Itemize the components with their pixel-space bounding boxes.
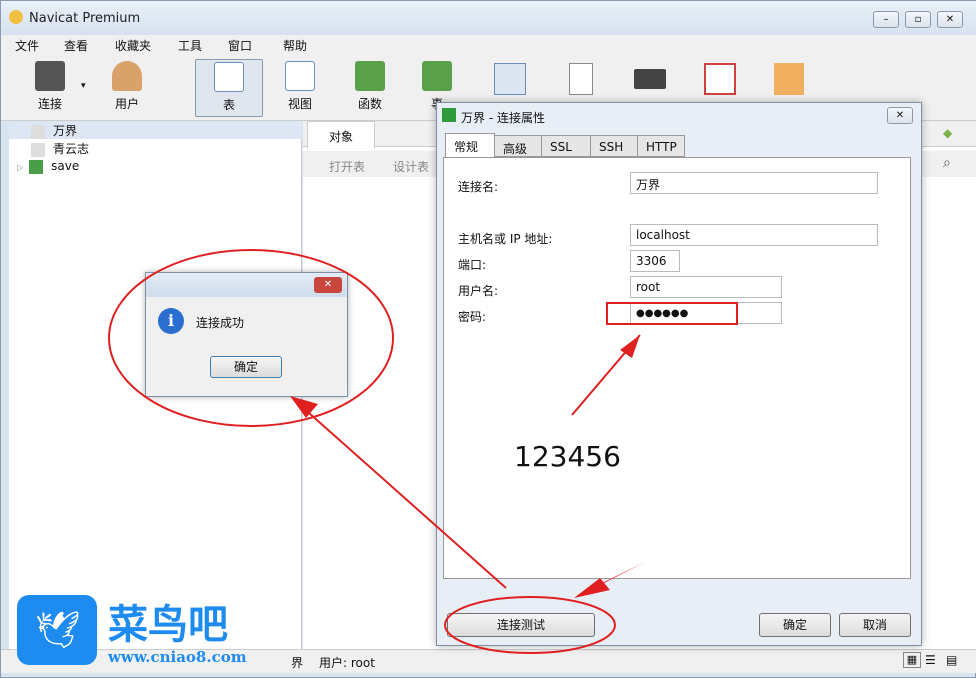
annotation-overlay [108,249,738,654]
arrow-head-msgbox [290,396,318,418]
arrow-tail-test [575,562,645,598]
password-hint-text: 123456 [514,440,621,473]
arrow-line-to-msgbox [299,404,507,589]
password-highlight-rect [606,302,738,325]
bird-icon: 🕊 [35,610,81,651]
msgbox-highlight-ellipse [108,249,394,427]
test-button-highlight-ellipse [444,596,616,654]
watermark-name: 菜鸟吧 [108,601,228,648]
watermark-url: www.cniao8.com [108,648,247,666]
arrow-head-test [574,578,610,598]
watermark-logo: 🕊 [17,595,97,665]
